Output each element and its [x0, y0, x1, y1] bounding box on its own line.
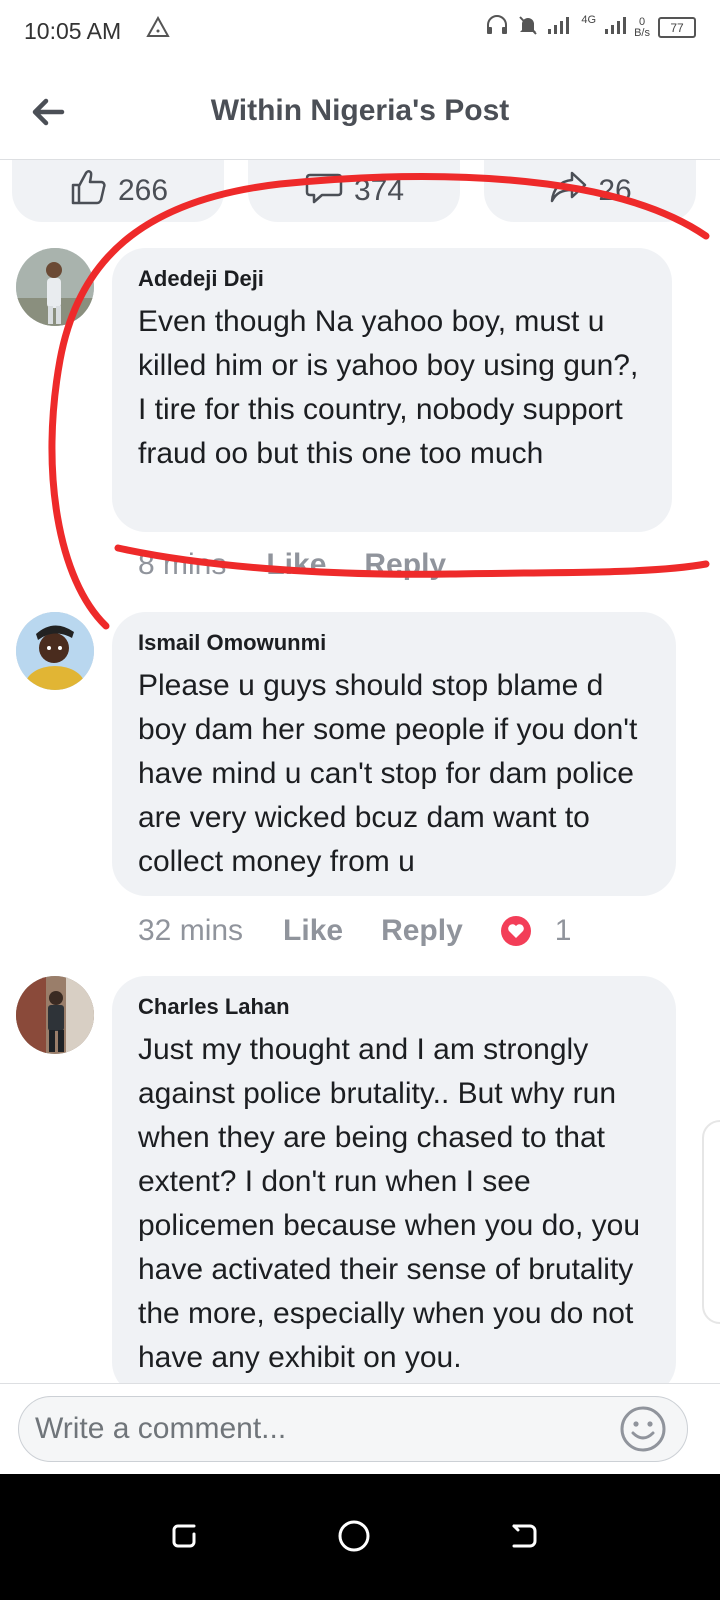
mute-bell-icon — [517, 14, 539, 41]
scroll-handle[interactable] — [702, 1120, 720, 1324]
like-link[interactable]: Like — [283, 914, 343, 948]
status-time: 10:05 AM — [24, 18, 122, 44]
reaction-count[interactable]: 1 — [555, 914, 572, 948]
emoji-icon[interactable] — [618, 1404, 668, 1454]
share-count-button[interactable]: 26 — [484, 160, 696, 222]
avatar[interactable] — [16, 248, 94, 326]
comment-text: Even though Na yahoo boy, must u killed … — [138, 305, 639, 470]
reaction-summary: 266 374 26 — [0, 160, 720, 224]
comment-text: Just my thought and I am strongly agains… — [138, 1033, 641, 1374]
thumbs-up-icon — [68, 167, 108, 215]
comment-count: 374 — [353, 174, 405, 207]
back-nav-icon[interactable] — [504, 1516, 544, 1556]
comment-composer — [0, 1383, 720, 1474]
like-count-button[interactable]: 266 — [12, 160, 224, 222]
page-title: Within Nigeria's Post — [210, 94, 510, 127]
battery-level: 77 — [670, 20, 684, 35]
alert-triangle-icon — [146, 15, 170, 43]
network-type: 4G — [581, 13, 597, 26]
speed-unit: B/s — [634, 26, 650, 39]
comment-author[interactable]: Charles Lahan — [138, 994, 652, 1020]
comment-author[interactable]: Ismail Omowunmi — [138, 630, 652, 656]
system-nav-bar — [0, 1474, 720, 1600]
comment-bubble[interactable]: Ismail Omowunmi Please u guys should sto… — [112, 612, 676, 896]
header: Within Nigeria's Post — [0, 64, 720, 160]
comment-count-button[interactable]: 374 — [248, 160, 460, 222]
reply-link[interactable]: Reply — [364, 548, 446, 582]
comment-bubble[interactable]: Charles Lahan Just my thought and I am s… — [112, 976, 676, 1396]
reply-link[interactable]: Reply — [381, 914, 463, 948]
signal-icon-2 — [604, 15, 627, 40]
comment-text: Please u guys should stop blame d boy da… — [138, 669, 638, 878]
like-count: 266 — [117, 174, 169, 207]
signal-icon — [547, 15, 573, 40]
battery-icon: 77 — [658, 17, 696, 38]
comment-time: 32 mins — [138, 914, 244, 947]
like-link[interactable]: Like — [266, 548, 326, 582]
comment-input[interactable] — [18, 1396, 688, 1462]
recent-apps-icon[interactable] — [166, 1516, 206, 1556]
comment-time: 8 mins — [138, 548, 227, 581]
share-arrow-icon — [548, 167, 588, 215]
status-bar: 10:05 AM 4G 0 B/s 77 — [0, 0, 720, 64]
speed-value: 0 — [638, 15, 646, 28]
comment-author[interactable]: Adedeji Deji — [138, 266, 648, 292]
comment-bubble[interactable]: Adedeji Deji Even though Na yahoo boy, m… — [112, 248, 672, 532]
headphones-icon — [485, 14, 509, 41]
home-icon[interactable] — [334, 1516, 374, 1556]
status-icons: 4G 0 B/s 77 — [485, 14, 696, 41]
comment-bubble-icon — [304, 167, 344, 215]
share-count: 26 — [598, 174, 632, 207]
data-speed: 0 B/s — [634, 15, 650, 39]
love-reaction-icon[interactable] — [500, 916, 531, 946]
comment-actions: 8 mins Like Reply — [138, 548, 484, 582]
comment-actions: 32 mins Like Reply 1 — [138, 914, 571, 948]
avatar[interactable] — [16, 612, 94, 690]
avatar[interactable] — [16, 976, 94, 1054]
